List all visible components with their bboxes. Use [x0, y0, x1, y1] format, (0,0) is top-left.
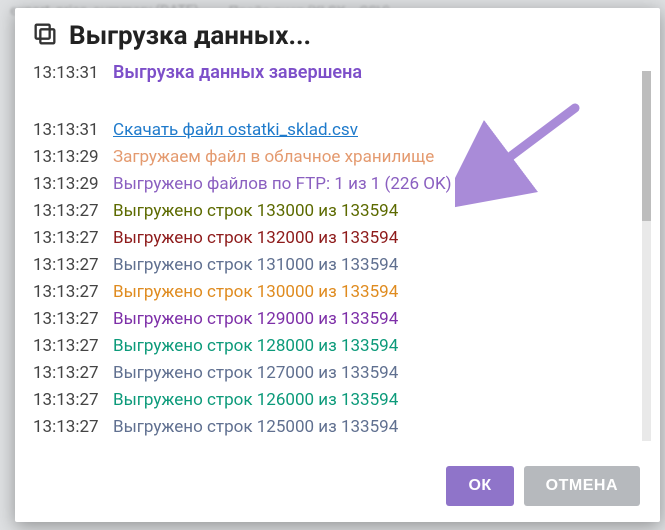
copy-icon: [31, 20, 59, 52]
log-timestamp: 13:13:27: [33, 360, 113, 386]
dialog-header: Выгрузка данных...: [15, 8, 660, 60]
log-row: 13:13:29Загружаем файл в облачное хранил…: [33, 144, 654, 171]
log-message: Выгрузка данных завершена: [113, 60, 654, 86]
log-row: 13:13:27Выгружено строк 132000 из 133594: [33, 225, 654, 252]
log-timestamp: 13:13:29: [33, 144, 113, 170]
log-message: Выгружено строк 131000 из 133594: [113, 252, 654, 278]
log-row: 13:13:31Выгрузка данных завершена: [33, 60, 654, 87]
log-row: 13:13:27Выгружено строк 126000 из 133594: [33, 387, 654, 414]
log-timestamp: 13:13:27: [33, 198, 113, 224]
log-message: Загружаем файл в облачное хранилище: [113, 144, 654, 170]
dialog-footer: ОК ОТМЕНА: [15, 454, 660, 522]
log-row: 13:13:27Выгружено строк 128000 из 133594: [33, 333, 654, 360]
log-timestamp: 13:13:31: [33, 117, 113, 143]
log-timestamp: 13:13:27: [33, 279, 113, 305]
log-panel: 13:13:31Выгрузка данных завершена13:13:3…: [15, 60, 660, 454]
log-message: Выгружено строк 127000 из 133594: [113, 360, 654, 386]
log-message: Выгружено строк 132000 из 133594: [113, 225, 654, 251]
log-row: 13:13:27Выгружено строк 125000 из 133594: [33, 414, 654, 441]
log-timestamp: 13:13:27: [33, 252, 113, 278]
ok-button[interactable]: ОК: [446, 466, 513, 506]
log-message: Выгружено строк 128000 из 133594: [113, 333, 654, 359]
dialog-title: Выгрузка данных...: [69, 21, 311, 51]
log-row: 13:13:27Выгружено строк 129000 из 133594: [33, 306, 654, 333]
download-link[interactable]: Скачать файл ostatki_sklad.csv: [113, 117, 654, 143]
log-message: Выгружено строк 129000 из 133594: [113, 306, 654, 332]
log-timestamp: 13:13:31: [33, 60, 113, 86]
scrollbar[interactable]: [642, 71, 651, 441]
log-message: Выгружено строк 130000 из 133594: [113, 279, 654, 305]
log-row: 13:13:27Выгружено строк 130000 из 133594: [33, 279, 654, 306]
scrollbar-thumb[interactable]: [642, 71, 651, 221]
download-link[interactable]: Скачать файл ostatki_sklad.csv: [113, 120, 358, 140]
log-timestamp: 13:13:27: [33, 333, 113, 359]
log-message: Выгружено строк 125000 из 133594: [113, 414, 654, 440]
export-dialog: Выгрузка данных... 13:13:31Выгрузка данн…: [15, 8, 660, 522]
log-row: 13:13:27Выгружено строк 127000 из 133594: [33, 360, 654, 387]
log-message: Выгружено строк 133000 из 133594: [113, 198, 654, 224]
log-timestamp: 13:13:27: [33, 225, 113, 251]
log-message: Выгружено файлов по FTP: 1 из 1 (226 OK): [113, 171, 654, 197]
log-message: Выгружено строк 126000 из 133594: [113, 387, 654, 413]
log-row: 13:13:27Выгружено строк 131000 из 133594: [33, 252, 654, 279]
log-row: 13:13:27Выгружено строк 133000 из 133594: [33, 198, 654, 225]
log-timestamp: 13:13:29: [33, 171, 113, 197]
log-row: 13:13:29Выгружено файлов по FTP: 1 из 1 …: [33, 171, 654, 198]
log-timestamp: 13:13:27: [33, 414, 113, 440]
log-timestamp: 13:13:27: [33, 387, 113, 413]
log-timestamp: 13:13:27: [33, 306, 113, 332]
cancel-button[interactable]: ОТМЕНА: [524, 466, 640, 506]
log-row: 13:13:31Скачать файл ostatki_sklad.csv: [33, 117, 654, 144]
